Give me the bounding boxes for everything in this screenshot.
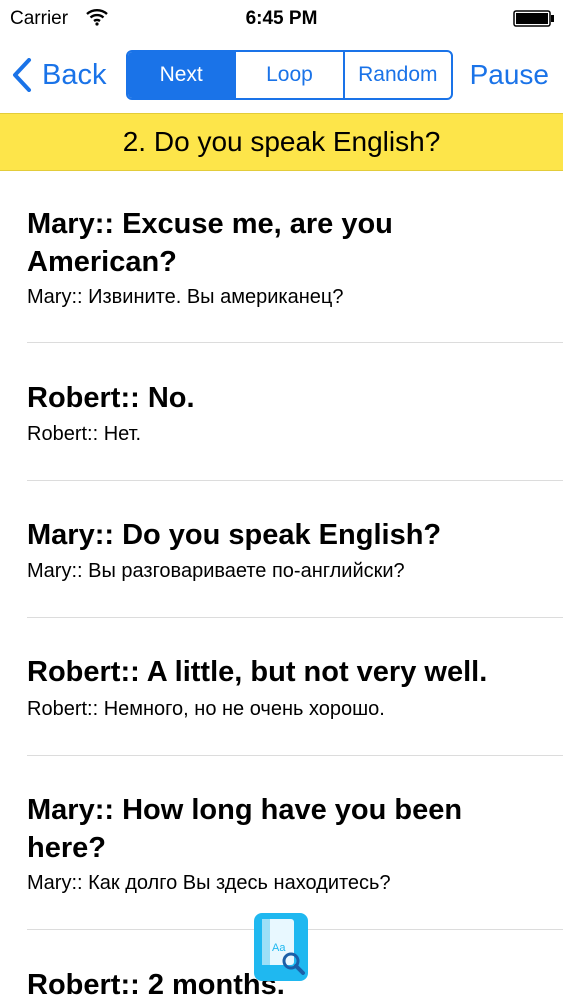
divider <box>27 617 563 618</box>
phrase-russian: Mary:: Извините. Вы американец? <box>27 286 344 308</box>
dictionary-button[interactable]: Aa <box>254 913 308 981</box>
phrase-russian: Robert:: Немного, но не очень хорошо. <box>27 698 385 720</box>
segment-next[interactable]: Next <box>128 52 235 98</box>
phrase-english: Robert:: No. <box>27 382 195 414</box>
phrase-english: Robert:: A little, but not very well. <box>27 656 488 688</box>
divider <box>27 755 563 756</box>
navigation-bar: Back Next Loop Random Pause <box>0 38 563 112</box>
playback-mode-control: Next Loop Random <box>126 50 453 100</box>
back-label: Back <box>42 58 107 91</box>
phrase-russian: Robert:: Нет. <box>27 423 142 445</box>
phrase-list: Mary:: Excuse me, are you American? Mary… <box>0 170 563 1000</box>
segment-loop[interactable]: Loop <box>234 52 342 98</box>
dictionary-label: Aa <box>272 942 286 954</box>
phrase-english: Mary:: How long have you been here? <box>27 794 463 864</box>
divider <box>27 342 563 343</box>
phrase-russian: Mary:: Как долго Вы здесь находитесь? <box>27 872 391 894</box>
phrase-russian: Mary:: Вы разговариваете по-английски? <box>27 560 405 582</box>
phrase-english: Mary:: Excuse me, are you American? <box>27 208 393 278</box>
back-button[interactable]: Back <box>12 53 106 97</box>
phrase-english: Mary:: Do you speak English? <box>27 519 442 551</box>
segment-random[interactable]: Random <box>342 52 451 98</box>
chevron-left-icon <box>13 58 31 92</box>
divider <box>27 480 563 481</box>
lesson-title: 2. Do you speak English? <box>0 113 563 171</box>
clock: 6:45 PM <box>245 8 318 29</box>
pause-button[interactable]: Pause <box>470 53 549 97</box>
battery-icon <box>513 10 554 27</box>
status-bar: Carrier 6:45 PM <box>0 0 563 38</box>
dictionary-search-icon: Aa <box>262 919 305 975</box>
